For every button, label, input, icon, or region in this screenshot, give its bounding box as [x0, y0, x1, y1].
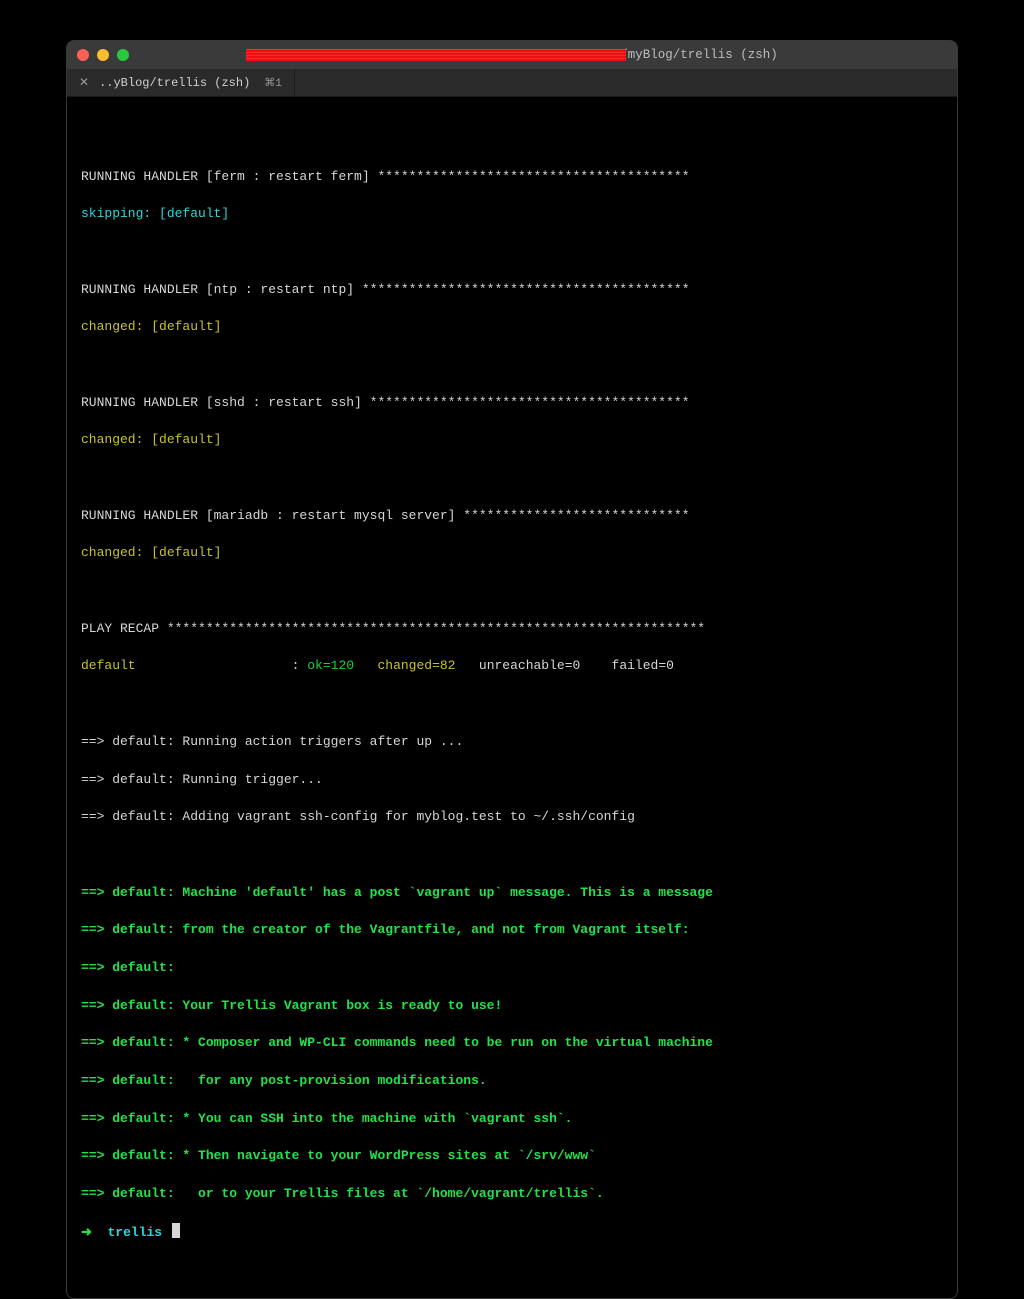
handler-ntp-status: changed: [default]	[81, 318, 943, 337]
recap-failed: failed=0	[612, 658, 674, 673]
output-line	[81, 356, 943, 375]
postup-line: ==> default: * You can SSH into the mach…	[81, 1110, 943, 1129]
minimize-icon[interactable]	[97, 49, 109, 61]
window-controls	[77, 49, 129, 61]
zoom-icon[interactable]	[117, 49, 129, 61]
output-line	[81, 130, 943, 149]
trigger-line: ==> default: Running trigger...	[81, 771, 943, 790]
handler-sshd-status: changed: [default]	[81, 431, 943, 450]
trigger-line: ==> default: Running action triggers aft…	[81, 733, 943, 752]
handler-ntp-header: RUNNING HANDLER [ntp : restart ntp] ****…	[81, 281, 943, 300]
tab-trellis[interactable]: ✕ ..yBlog/trellis (zsh) ⌘1	[67, 69, 295, 96]
prompt-arrow-icon: ➜	[81, 1225, 100, 1240]
postup-line: ==> default: from the creator of the Vag…	[81, 921, 943, 940]
handler-ferm-status: skipping: [default]	[81, 205, 943, 224]
output-line	[81, 846, 943, 865]
recap-ok: ok=120	[307, 658, 354, 673]
postup-line: ==> default: or to your Trellis files at…	[81, 1185, 943, 1204]
postup-line: ==> default: * Then navigate to your Wor…	[81, 1147, 943, 1166]
postup-line: ==> default:	[81, 959, 943, 978]
handler-mariadb-status: changed: [default]	[81, 544, 943, 563]
output-line	[81, 243, 943, 262]
output-line	[81, 469, 943, 488]
play-recap-line: default : ok=120 changed=82 unreachable=…	[81, 657, 943, 676]
prompt-dir: trellis	[100, 1225, 170, 1240]
redacted-path	[246, 49, 626, 61]
postup-line: ==> default: Your Trellis Vagrant box is…	[81, 997, 943, 1016]
postup-line: ==> default: * Composer and WP-CLI comma…	[81, 1034, 943, 1053]
window-title: /myBlog/trellis (zsh)	[67, 48, 957, 62]
handler-sshd-header: RUNNING HANDLER [sshd : restart ssh] ***…	[81, 394, 943, 413]
terminal-window: /myBlog/trellis (zsh) ✕ ..yBlog/trellis …	[66, 40, 958, 1299]
cursor-icon	[172, 1223, 180, 1238]
close-icon[interactable]	[77, 49, 89, 61]
prompt-line[interactable]: ➜ trellis	[81, 1223, 943, 1243]
handler-ferm-header: RUNNING HANDLER [ferm : restart ferm] **…	[81, 168, 943, 187]
tab-label: ..yBlog/trellis (zsh)	[99, 76, 250, 90]
output-line	[81, 582, 943, 601]
titlebar[interactable]: /myBlog/trellis (zsh)	[67, 41, 957, 69]
terminal-body[interactable]: RUNNING HANDLER [ferm : restart ferm] **…	[67, 97, 957, 1298]
postup-line: ==> default: Machine 'default' has a pos…	[81, 884, 943, 903]
recap-host: default	[81, 658, 136, 673]
tab-close-icon[interactable]: ✕	[79, 75, 89, 90]
play-recap-header: PLAY RECAP *****************************…	[81, 620, 943, 639]
postup-line: ==> default: for any post-provision modi…	[81, 1072, 943, 1091]
recap-unreachable: unreachable=0	[479, 658, 580, 673]
recap-changed: changed=82	[377, 658, 455, 673]
title-path-suffix: /myBlog/trellis (zsh)	[620, 48, 778, 62]
tab-bar: ✕ ..yBlog/trellis (zsh) ⌘1	[67, 69, 957, 97]
output-line	[81, 695, 943, 714]
recap-sep: :	[136, 658, 308, 673]
trigger-line: ==> default: Adding vagrant ssh-config f…	[81, 808, 943, 827]
handler-mariadb-header: RUNNING HANDLER [mariadb : restart mysql…	[81, 507, 943, 526]
tab-shortcut: ⌘1	[264, 76, 282, 90]
